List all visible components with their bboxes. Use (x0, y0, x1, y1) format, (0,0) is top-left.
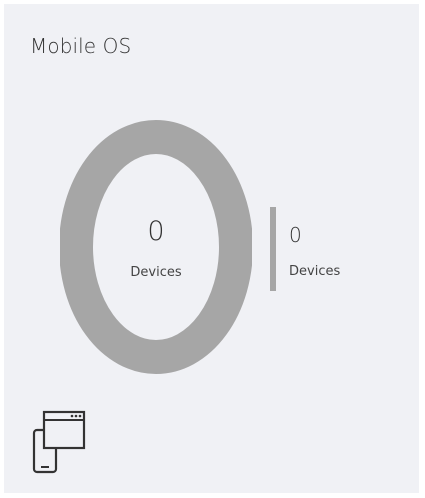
donut-center-value: 0 (147, 216, 165, 247)
legend-label: Devices (289, 264, 341, 279)
donut-ring (59, 120, 253, 374)
legend-color-bar (270, 207, 276, 291)
legend-value: 0 (289, 223, 302, 247)
devices-icon (32, 410, 90, 474)
donut-ring-segment (59, 120, 253, 374)
mobile-os-tile[interactable]: Mobile OS 0 Devices 0 Devices (4, 4, 419, 493)
donut-center-label: Devices (130, 265, 182, 280)
tile-title: Mobile OS (30, 34, 132, 58)
donut-chart[interactable]: 0 Devices (59, 118, 253, 376)
